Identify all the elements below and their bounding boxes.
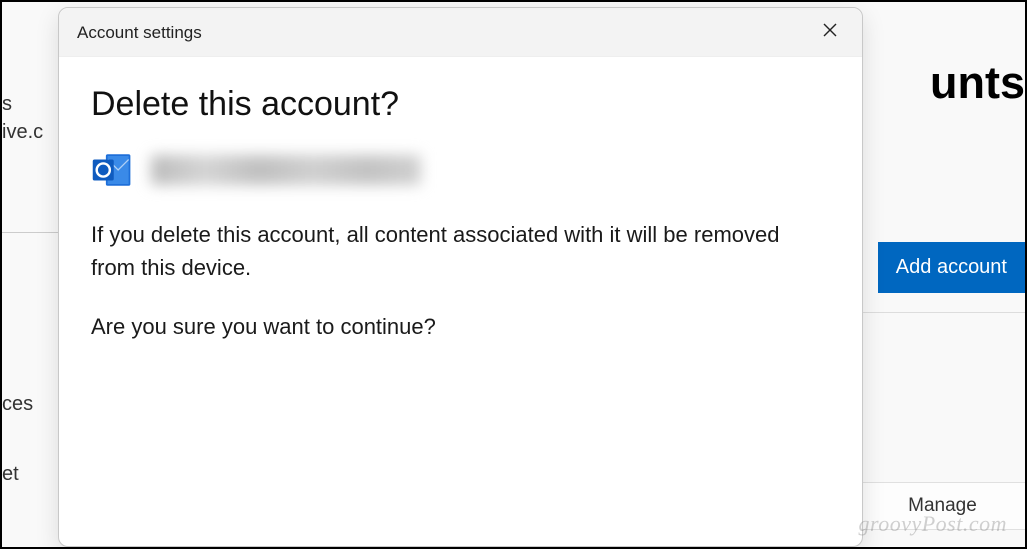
dialog-confirm-text: Are you sure you want to continue? xyxy=(91,310,781,343)
sidebar-fragment: ive.c xyxy=(2,115,43,150)
add-account-button[interactable]: Add account xyxy=(878,242,1025,293)
sidebar-fragment: ces xyxy=(2,387,33,422)
dialog-body: Delete this account? If you delete this … xyxy=(59,57,862,546)
dialog-heading: Delete this account? xyxy=(91,85,830,124)
dialog-title: Account settings xyxy=(77,23,202,43)
outlook-icon xyxy=(91,150,133,190)
account-email-redacted xyxy=(151,155,421,185)
close-button[interactable] xyxy=(816,20,844,46)
sidebar-fragment: et xyxy=(2,457,19,492)
page-title: unts xyxy=(930,57,1025,109)
account-row xyxy=(91,150,830,190)
account-settings-dialog: Account settings Delete this account? If… xyxy=(58,7,863,547)
dialog-warning-text: If you delete this account, all content … xyxy=(91,218,781,284)
sidebar-divider xyxy=(2,232,62,233)
divider xyxy=(860,312,1025,313)
close-icon xyxy=(822,22,838,43)
manage-button[interactable]: Manage xyxy=(860,482,1025,530)
dialog-titlebar: Account settings xyxy=(59,8,862,57)
